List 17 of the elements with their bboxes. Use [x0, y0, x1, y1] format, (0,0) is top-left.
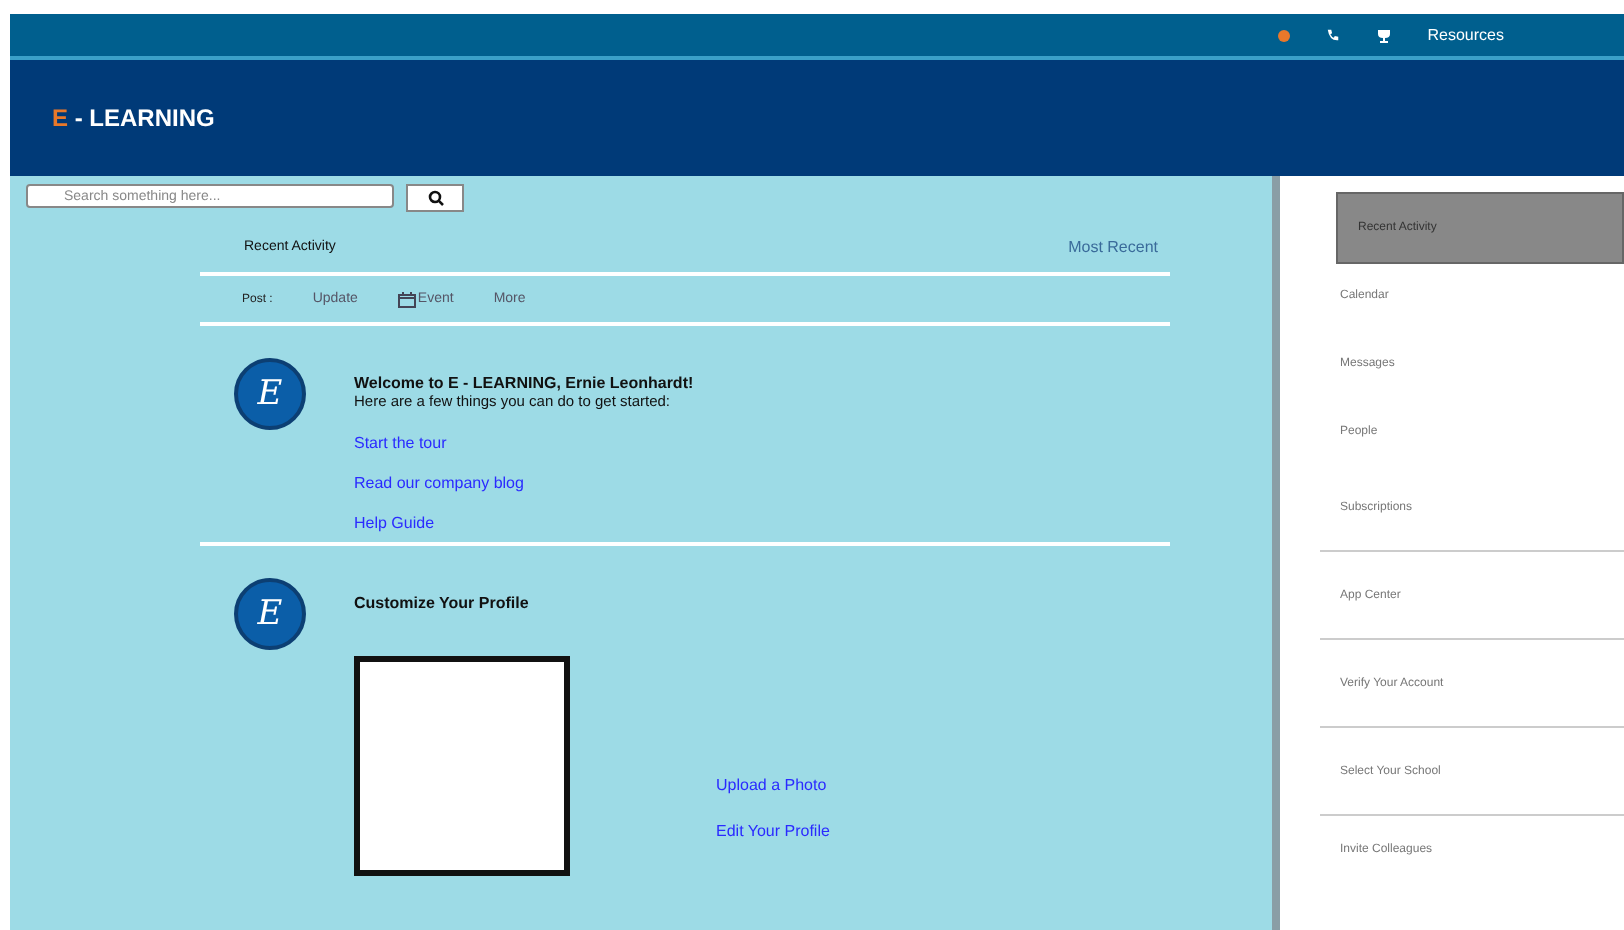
link[interactable]: Read our company blog [354, 474, 694, 492]
avatar-logo: E [234, 578, 306, 650]
welcome-title: Welcome to E - LEARNING, Ernie Leonhardt! [354, 374, 694, 392]
link[interactable]: Upload a Photo [716, 776, 830, 794]
phone-icon[interactable] [1325, 28, 1340, 42]
search-button[interactable] [406, 184, 464, 212]
resources-link[interactable]: Resources [1427, 26, 1504, 44]
link[interactable]: Edit Your Profile [716, 822, 830, 840]
link[interactable]: Help Guide [354, 514, 694, 532]
sort-link[interactable]: Most Recent [1068, 237, 1158, 255]
search-icon [427, 190, 443, 206]
logo: E - LEARNING [52, 104, 215, 132]
avatar-logo: E [234, 358, 306, 430]
link[interactable]: Start the tour [354, 434, 694, 452]
card-title: Customize Your Profile [354, 594, 531, 612]
trophy-icon[interactable] [1375, 27, 1392, 43]
calendar-icon [397, 291, 416, 307]
